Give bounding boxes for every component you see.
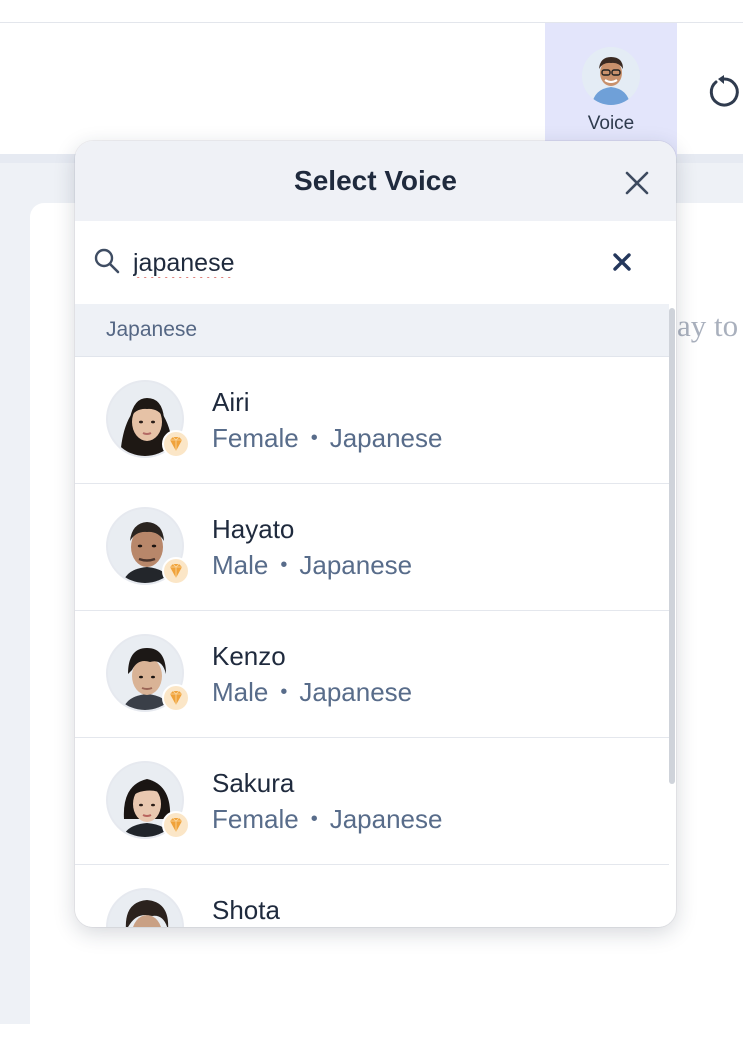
avatar-wrap <box>106 634 190 714</box>
voice-gender: Male <box>212 550 269 580</box>
modal-title: Select Voice <box>294 165 457 196</box>
voice-gender: Female <box>212 423 299 453</box>
voice-item-shota[interactable]: Shota <box>75 865 669 927</box>
voice-gender: Female <box>212 804 299 834</box>
voice-list[interactable]: Airi Female • Japanese Hayato Male • Jap… <box>75 357 669 927</box>
voice-item-airi[interactable]: Airi Female • Japanese <box>75 357 669 484</box>
voice-name: Shota <box>212 895 280 925</box>
voice-item-sakura[interactable]: Sakura Female • Japanese <box>75 738 669 865</box>
clear-search-icon[interactable] <box>609 249 635 275</box>
close-icon[interactable] <box>621 167 653 199</box>
premium-gem-icon <box>162 811 190 839</box>
meta-separator: • <box>280 554 288 576</box>
premium-gem-icon <box>162 557 190 585</box>
voice-gender: Male <box>212 677 269 707</box>
voice-button[interactable]: Voice <box>545 23 677 157</box>
voice-avatar-icon <box>582 47 640 105</box>
section-header-japanese: Japanese <box>75 304 669 357</box>
voice-name: Airi <box>212 387 250 417</box>
voice-button-label: Voice <box>587 113 635 134</box>
avatar-wrap <box>106 761 190 841</box>
select-voice-modal: Select Voice Japanese <box>75 141 676 927</box>
section-label: Japanese <box>106 318 198 341</box>
avatar-wrap <box>106 380 190 460</box>
voice-item-kenzo[interactable]: Kenzo Male • Japanese <box>75 611 669 738</box>
voice-language: Japanese <box>329 804 443 834</box>
document-text[interactable]: ay to <box>677 308 738 344</box>
reload-icon[interactable] <box>706 74 742 110</box>
voice-name: Hayato <box>212 514 295 544</box>
voice-name: Sakura <box>212 768 295 798</box>
voice-meta: Male • Japanese <box>212 550 412 581</box>
premium-gem-icon <box>162 684 190 712</box>
avatar-wrap <box>106 507 190 587</box>
scrollbar-thumb[interactable] <box>669 308 675 784</box>
premium-gem-icon <box>162 430 190 458</box>
voice-list-scrollbar[interactable] <box>669 304 676 927</box>
voice-item-hayato[interactable]: Hayato Male • Japanese <box>75 484 669 611</box>
voice-meta: Male • Japanese <box>212 677 412 708</box>
voice-language: Japanese <box>299 550 413 580</box>
avatar <box>106 888 184 927</box>
meta-separator: • <box>310 808 318 830</box>
voice-language: Japanese <box>329 423 443 453</box>
voice-name: Kenzo <box>212 641 286 671</box>
meta-separator: • <box>310 427 318 449</box>
avatar-wrap <box>106 888 186 927</box>
meta-separator: • <box>280 681 288 703</box>
search-bar <box>75 221 676 304</box>
search-icon <box>93 247 121 275</box>
voice-meta: Female • Japanese <box>212 423 442 454</box>
voice-language: Japanese <box>299 677 413 707</box>
search-input[interactable] <box>133 243 593 283</box>
voice-meta: Female • Japanese <box>212 804 442 835</box>
modal-header: Select Voice <box>75 141 676 221</box>
